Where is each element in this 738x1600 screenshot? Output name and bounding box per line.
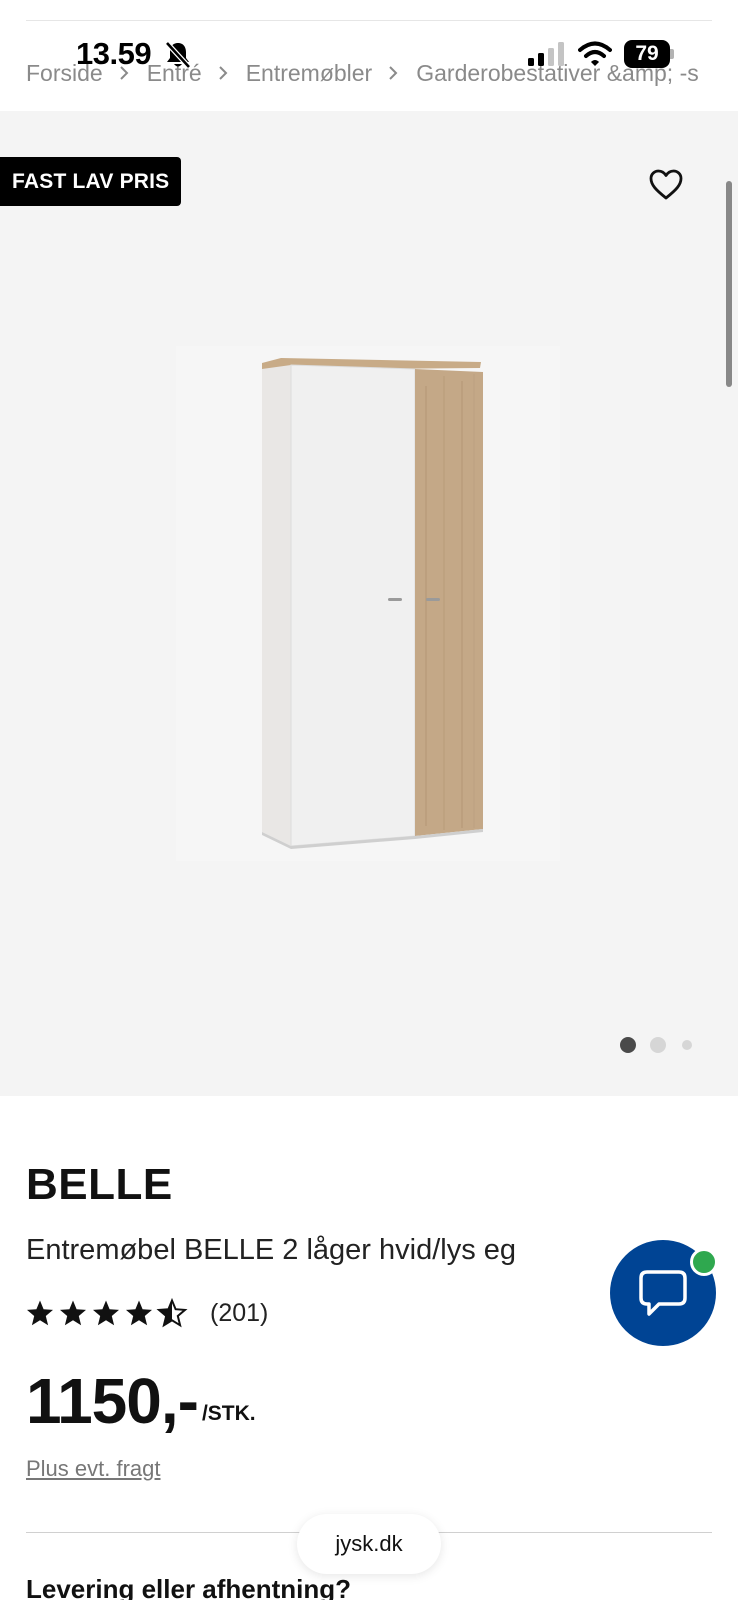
heart-icon[interactable] — [648, 167, 684, 203]
breadcrumb-item-forside[interactable]: Forside — [26, 60, 103, 87]
breadcrumb-item-garderobestativer[interactable]: Garderobestativer &amp; -s — [416, 60, 699, 87]
carousel-dot-2[interactable] — [650, 1037, 666, 1053]
chat-bubble-icon — [639, 1270, 687, 1316]
chevron-right-icon — [202, 63, 246, 83]
top-divider — [26, 20, 712, 21]
breadcrumb-item-entremobler[interactable]: Entremøbler — [246, 60, 373, 87]
product-image — [176, 346, 560, 861]
price-unit: /STK. — [201, 1402, 256, 1425]
product-brand: BELLE — [26, 1160, 173, 1209]
chevron-right-icon — [103, 63, 147, 83]
review-count[interactable]: (201) — [210, 1299, 268, 1328]
freight-link[interactable]: Plus evt. fragt — [26, 1456, 161, 1482]
chevron-right-icon — [372, 63, 416, 83]
rating-stars-icon — [27, 1299, 186, 1327]
price-row: 1150,- /STK. — [26, 1366, 256, 1436]
status-bar: 13.59 79 — [0, 0, 738, 108]
scrollbar[interactable] — [726, 181, 732, 387]
product-name: Entremøbel BELLE 2 låger hvid/lys eg — [26, 1234, 517, 1266]
product-rating[interactable]: (201) — [26, 1296, 268, 1330]
breadcrumb: Forside Entré Entremøbler Garderobestati… — [26, 56, 712, 90]
breadcrumb-item-entre[interactable]: Entré — [147, 60, 202, 87]
browser-url-bar[interactable]: jysk.dk — [297, 1514, 441, 1574]
carousel-dot-3[interactable] — [682, 1040, 692, 1050]
chat-online-indicator — [690, 1248, 718, 1276]
carousel-dot-1[interactable] — [620, 1037, 636, 1053]
price-badge: FAST LAV PRIS — [0, 157, 182, 206]
delivery-heading[interactable]: Levering eller afhentning? — [26, 1574, 351, 1600]
product-gallery[interactable]: FAST LAV PRIS — [0, 111, 738, 1096]
product-price: 1150,- — [26, 1365, 199, 1437]
